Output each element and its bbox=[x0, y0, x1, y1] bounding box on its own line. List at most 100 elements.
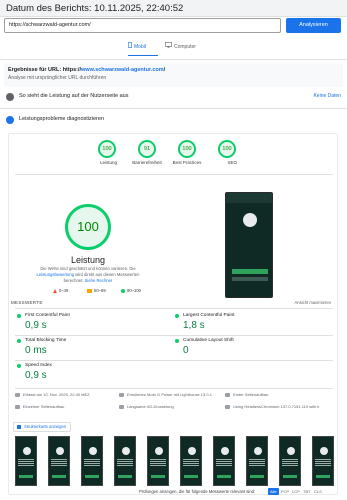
filmstrip-frame bbox=[213, 436, 235, 486]
device-tabs: Mobil Computer bbox=[125, 42, 225, 56]
result-url-box: Ergebnisse für URL: https://www.schwarzw… bbox=[4, 63, 343, 87]
legend-pass: 90–100 bbox=[121, 288, 141, 293]
pass-icon bbox=[17, 339, 21, 343]
filter-chip-tbt[interactable]: TBT bbox=[301, 488, 313, 495]
monitor-icon bbox=[165, 42, 173, 51]
performance-big-gauge: 100 bbox=[65, 204, 111, 250]
filmstrip-frame bbox=[279, 436, 301, 486]
score-value: 100 bbox=[178, 140, 196, 158]
score-gauge-best-practices[interactable]: 100 Best Practices bbox=[173, 140, 201, 170]
meta-throttling: Langsame 4G-Drosselung bbox=[119, 404, 174, 412]
meta-captured-at: Erfasst am 10. Nov. 2025, 22:40 MEZ bbox=[15, 392, 90, 400]
pass-icon bbox=[175, 339, 179, 343]
no-data-status: Keine Daten bbox=[313, 93, 341, 99]
gauge-icon bbox=[6, 116, 14, 124]
meta-first-load: Erster Seitenaufbau bbox=[225, 392, 268, 400]
triangle-icon bbox=[53, 288, 57, 293]
treemap-button[interactable]: Strukturkarte anzeigen bbox=[13, 422, 71, 432]
divider bbox=[15, 388, 333, 389]
calendar-icon bbox=[15, 392, 20, 397]
meta-single-load: Einzelner Seitenaufbau bbox=[15, 404, 64, 412]
score-value: 91 bbox=[138, 140, 156, 158]
divider bbox=[0, 59, 347, 60]
tab-mobile-label: Mobil bbox=[134, 43, 146, 50]
filter-chip-cls[interactable]: CLS bbox=[312, 488, 324, 495]
score-label: Leistung bbox=[99, 160, 117, 165]
tab-desktop-label: Computer bbox=[174, 43, 196, 50]
analyze-button[interactable]: Analysieren bbox=[286, 18, 341, 33]
circle-icon bbox=[121, 288, 125, 293]
calculator-link[interactable]: Siehe Rechner bbox=[85, 278, 113, 283]
metric-speed-index: Speed Index 0,9 s bbox=[17, 362, 167, 384]
clock-icon bbox=[15, 404, 20, 409]
filmstrip-frame bbox=[48, 436, 70, 486]
phone-icon bbox=[128, 42, 133, 51]
filter-label: Prüfungen anzeigen, die für folgende Mes… bbox=[139, 489, 256, 494]
filmstrip-frame bbox=[15, 436, 37, 486]
page-screenshot-preview bbox=[225, 192, 273, 298]
device-icon bbox=[119, 392, 124, 397]
square-icon bbox=[87, 288, 92, 293]
pass-icon bbox=[17, 364, 21, 368]
filmstrip-frame bbox=[246, 436, 268, 486]
performance-score-link[interactable]: Leistungsbewertung bbox=[37, 272, 74, 277]
url-search-row: https://schwarzwald-agentur.com/ Analysi… bbox=[4, 17, 343, 36]
divider bbox=[15, 360, 333, 361]
metric-fcp: First Contentful Paint 0,9 s bbox=[17, 312, 167, 334]
score-legend: 0–49 50–89 90–100 bbox=[53, 288, 153, 296]
divider bbox=[15, 308, 333, 309]
audit-filter-row: Prüfungen anzeigen, die für folgende Mes… bbox=[139, 488, 339, 496]
filter-chip-lcp[interactable]: LCP bbox=[290, 488, 302, 495]
filmstrip-frame bbox=[114, 436, 136, 486]
pass-icon bbox=[17, 314, 21, 318]
url-input[interactable]: https://schwarzwald-agentur.com/ bbox=[4, 18, 281, 33]
result-url-line: Ergebnisse für URL: https://www.schwarzw… bbox=[8, 67, 166, 73]
score-gauge-accessibility[interactable]: 91 Barrierefreiheit bbox=[132, 140, 162, 170]
score-gauge-performance[interactable]: 100 Leistung bbox=[97, 140, 117, 170]
filmstrip-frame bbox=[312, 436, 334, 486]
legend-fail: 0–49 bbox=[53, 288, 68, 293]
divider bbox=[15, 174, 333, 175]
expand-view-toggle[interactable]: Ansicht maximieren bbox=[294, 300, 331, 305]
filmstrip-frame bbox=[180, 436, 202, 486]
metrics-header: MESSWERTE Ansicht maximieren bbox=[9, 299, 337, 307]
refresh-icon bbox=[225, 392, 230, 397]
legend-average: 50–89 bbox=[87, 288, 106, 293]
report-panel: 100 Leistung 91 Barrierefreiheit 100 Bes… bbox=[8, 133, 338, 495]
user-experience-section[interactable]: So sieht die Leistung auf der Nutzerseit… bbox=[4, 90, 343, 104]
metric-lcp: Largest Contentful Paint 1,8 s bbox=[175, 312, 325, 334]
score-gauge-seo[interactable]: 100 SEO bbox=[217, 140, 237, 170]
metric-cls: Cumulative Layout Shift 0 bbox=[175, 337, 325, 359]
report-date-title: Datum des Berichts: 10.11.2025, 22:40:52 bbox=[6, 3, 184, 14]
tab-desktop[interactable]: Computer bbox=[165, 42, 205, 56]
site-logo-icon bbox=[243, 213, 257, 227]
report-header: Datum des Berichts: 10.11.2025, 22:40:52 bbox=[0, 0, 347, 17]
score-value: 100 bbox=[98, 140, 116, 158]
filmstrip-frame bbox=[147, 436, 169, 486]
performance-score: 100 bbox=[77, 219, 99, 234]
signal-icon bbox=[119, 404, 124, 409]
divider bbox=[0, 108, 347, 109]
result-url-link[interactable]: www.schwarzwald-agentur.com bbox=[81, 67, 164, 73]
performance-label: Leistung bbox=[70, 255, 106, 265]
score-label: SEO bbox=[227, 160, 237, 165]
metric-tbt: Total Blocking Time 0 ms bbox=[17, 337, 167, 359]
tab-mobile[interactable]: Mobil bbox=[128, 42, 158, 56]
pass-icon bbox=[175, 314, 179, 318]
filter-chip-all[interactable]: Alle bbox=[268, 488, 279, 495]
performance-description: Die Werte sind geschätzt und können vari… bbox=[36, 266, 140, 283]
user-experience-label: So sieht die Leistung auf der Nutzerseit… bbox=[19, 93, 129, 99]
score-label: Best Practices bbox=[172, 160, 202, 165]
score-value: 100 bbox=[218, 140, 236, 158]
metrics-title: MESSWERTE bbox=[11, 300, 43, 305]
divider bbox=[15, 335, 333, 336]
browser-icon bbox=[225, 404, 230, 409]
users-icon bbox=[6, 93, 14, 101]
filmstrip-frame bbox=[81, 436, 103, 486]
meta-browser: Using HeadlessChromium 137.0.7151.119 wi… bbox=[225, 404, 333, 412]
meta-emulated-device: Emuliertes Moto G Power mit Lighthouse 1… bbox=[119, 392, 212, 400]
score-label: Barrierefreiheit bbox=[132, 160, 162, 165]
analyze-original-url-link[interactable]: Analyse mit ursprünglicher URL durchführ… bbox=[8, 75, 106, 81]
diagnose-section[interactable]: Leistungsprobleme diagnostizieren bbox=[4, 113, 343, 127]
diagnose-label: Leistungsprobleme diagnostizieren bbox=[19, 116, 104, 122]
